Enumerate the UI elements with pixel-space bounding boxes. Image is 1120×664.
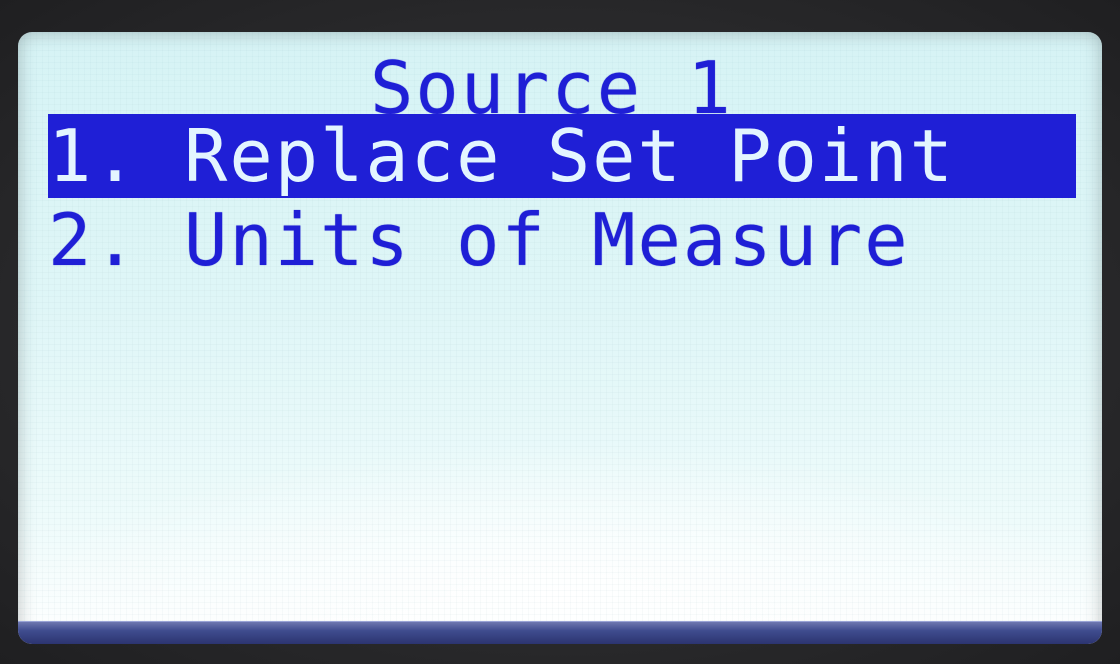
screen-bottom-edge — [18, 621, 1102, 644]
menu-item-label: 1. Replace Set Point — [48, 114, 955, 198]
menu-item-label: 2. Units of Measure — [48, 198, 910, 282]
menu-item-replace-set-point[interactable]: 1. Replace Set Point — [48, 114, 1076, 198]
lcd-screen: Source 1 1. Replace Set Point 2. Units o… — [18, 32, 1102, 644]
device-bezel: Source 1 1. Replace Set Point 2. Units o… — [0, 0, 1120, 664]
menu-item-units-of-measure[interactable]: 2. Units of Measure — [48, 198, 1076, 282]
